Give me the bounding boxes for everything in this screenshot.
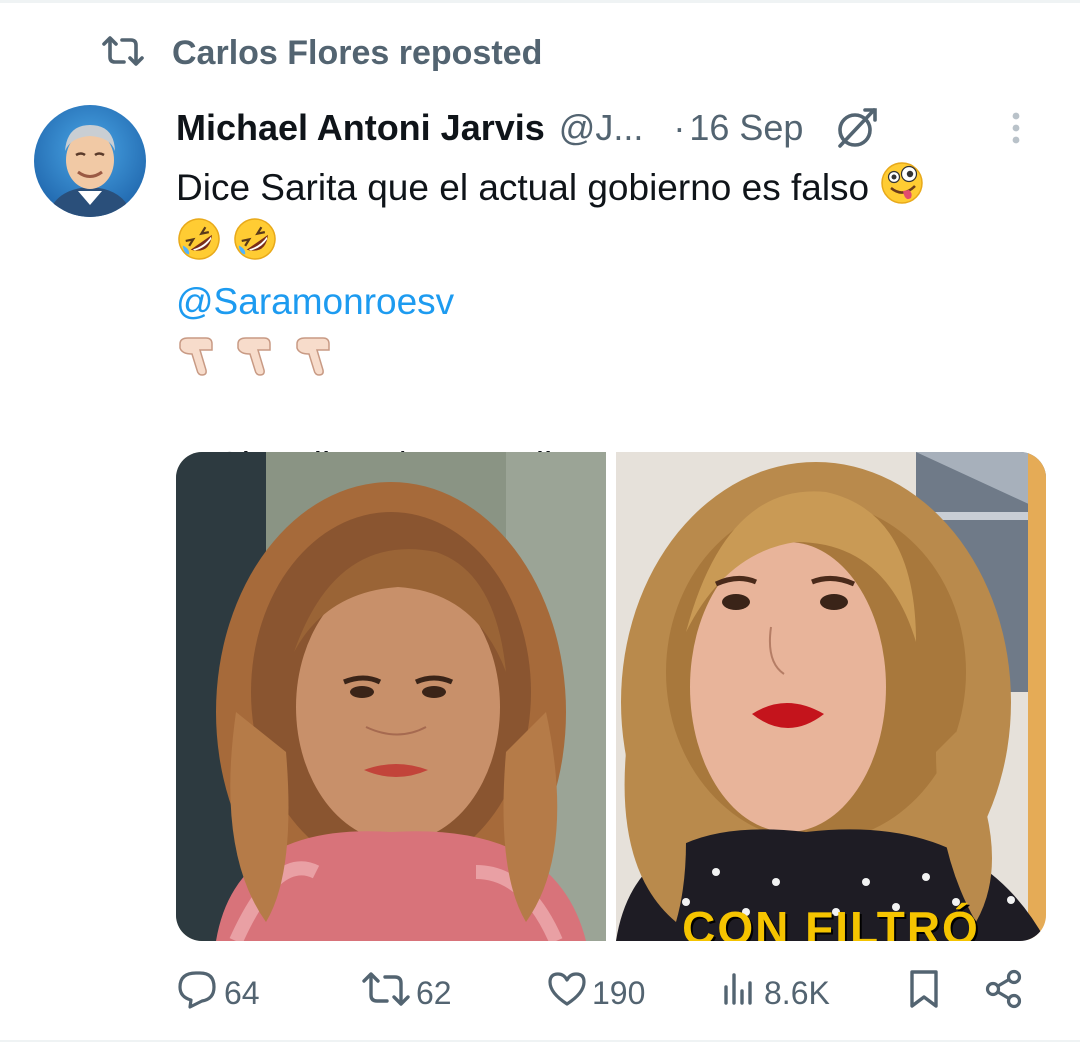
views-button[interactable]: 8.6K (720, 965, 830, 1021)
top-divider (0, 0, 1080, 3)
repost-icon (100, 35, 146, 72)
like-button[interactable]: 190 (546, 965, 645, 1021)
avatar[interactable] (34, 105, 146, 217)
reply-button[interactable]: 64 (176, 965, 260, 1021)
repost-icon (360, 969, 412, 1017)
views-icon (720, 969, 760, 1017)
bookmark-button[interactable] (906, 965, 942, 1021)
backhand-index-pointing-down-emoji (234, 332, 282, 392)
heart-icon (546, 969, 588, 1017)
separator-dot: · (673, 107, 686, 148)
photo-sin-filtro[interactable] (176, 452, 606, 941)
repost-context[interactable]: Carlos Flores reposted (100, 30, 542, 76)
tweet-date[interactable]: 16 Sep (689, 107, 803, 149)
repost-button[interactable]: 62 (360, 965, 452, 1021)
tweet-text-line1: Dice Sarita que el actual gobierno es fa… (176, 166, 870, 208)
share-button[interactable] (984, 965, 1024, 1021)
photo-con-filtro[interactable]: CON FILTRÓ (616, 452, 1046, 941)
rolling-on-floor-laughing-emoji (232, 216, 278, 276)
more-vertical-icon[interactable] (1006, 108, 1026, 153)
share-icon (984, 968, 1024, 1018)
like-count: 190 (592, 974, 646, 1011)
reply-count: 64 (224, 974, 260, 1011)
zany-face-emoji (879, 160, 925, 220)
repost-count: 62 (416, 974, 452, 1011)
backhand-index-pointing-down-emoji (293, 332, 341, 392)
media-grid: CON FILTRÓ (176, 452, 1046, 941)
rolling-on-floor-laughing-emoji (176, 216, 222, 276)
backhand-index-pointing-down-emoji (176, 332, 224, 392)
tweet-header: Michael Antoni Jarvis @J... · 16 Sep (176, 100, 1056, 156)
grok-icon[interactable] (833, 106, 881, 150)
author-handle[interactable]: @J... (559, 107, 644, 149)
author-name[interactable]: Michael Antoni Jarvis (176, 107, 545, 149)
tweet-text: Dice Sarita que el actual gobierno es fa… (176, 160, 1046, 486)
photo-overlay-text: CON FILTRÓ (682, 902, 980, 941)
mention-link[interactable]: @Saramonroesv (176, 281, 454, 322)
action-bar: 64 62 190 8.6K (176, 965, 1036, 1021)
views-count: 8.6K (764, 974, 830, 1011)
bookmark-icon (906, 967, 942, 1019)
reply-icon (176, 967, 220, 1019)
repost-label: Carlos Flores reposted (172, 33, 543, 72)
